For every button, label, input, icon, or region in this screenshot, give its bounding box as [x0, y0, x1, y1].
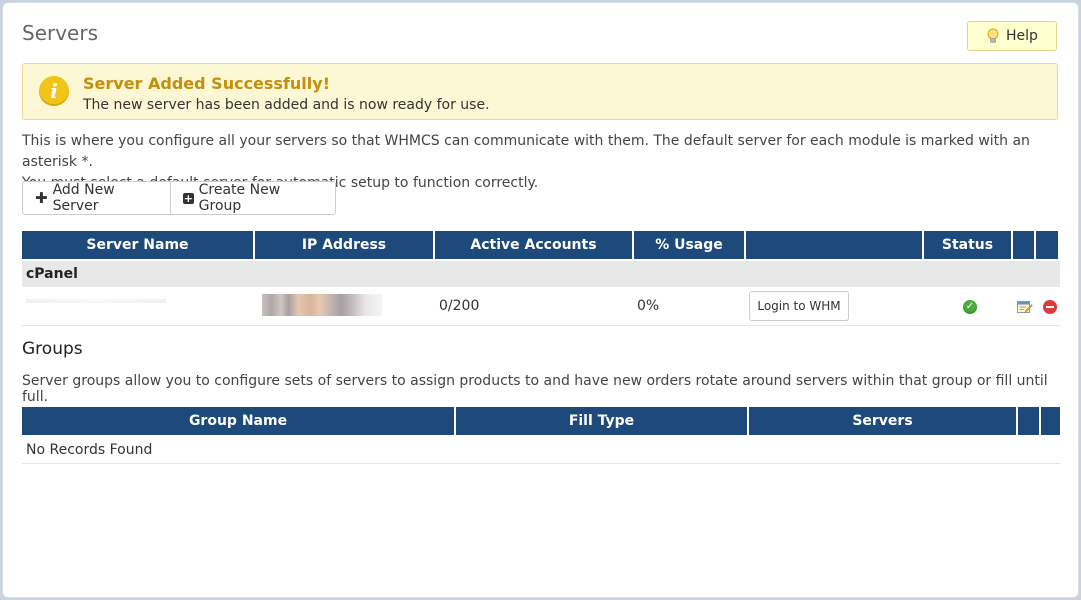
success-alert: i Server Added Successfully! The new ser… [22, 63, 1058, 120]
edit-icon[interactable] [1017, 300, 1033, 314]
add-new-server-label: Add New Server [52, 182, 115, 214]
info-icon: i [39, 76, 69, 106]
column-active-accounts[interactable]: Active Accounts [435, 231, 632, 259]
column-delete [1036, 231, 1058, 259]
column-fill-type[interactable]: Fill Type [456, 407, 747, 435]
server-name-redacted [26, 299, 166, 303]
column-group-edit [1018, 407, 1039, 435]
usage-cell: 0% [637, 298, 660, 314]
status-active-icon: ✓ [963, 300, 977, 314]
groups-description: Server groups allow you to configure set… [22, 373, 1048, 405]
plus-square-icon: + [183, 191, 194, 205]
column-group-name[interactable]: Group Name [22, 407, 454, 435]
alert-title: Server Added Successfully! [83, 74, 330, 93]
groups-table-header: Group Name Fill Type Servers [22, 407, 1060, 435]
column-server-name[interactable]: Server Name [22, 231, 253, 259]
page-title: Servers [22, 21, 99, 45]
create-new-group-button[interactable]: + Create New Group [171, 181, 336, 215]
help-button[interactable]: Help [967, 21, 1057, 51]
add-new-server-button[interactable]: ✚ Add New Server [22, 181, 171, 215]
table-row: 0/200 0% Login to WHM ✓ [22, 287, 1060, 326]
plus-icon: ✚ [35, 189, 48, 207]
column-servers[interactable]: Servers [749, 407, 1016, 435]
ip-address-redacted [262, 294, 382, 316]
no-records-row: No Records Found [22, 437, 1060, 464]
main-panel: Servers Help i Server Added Successfully… [2, 2, 1079, 598]
lightbulb-icon [987, 28, 999, 43]
alert-message: The new server has been added and is now… [83, 97, 490, 113]
intro-line-1: This is where you configure all your ser… [22, 133, 1030, 170]
action-button-group: ✚ Add New Server + Create New Group [22, 181, 336, 215]
help-label: Help [1006, 28, 1038, 44]
server-group-row: cPanel [22, 261, 1060, 287]
column-login [746, 231, 922, 259]
groups-title: Groups [22, 339, 83, 359]
column-usage[interactable]: % Usage [634, 231, 744, 259]
active-accounts-cell: 0/200 [439, 298, 480, 314]
delete-icon[interactable] [1043, 300, 1057, 314]
column-status[interactable]: Status [924, 231, 1011, 259]
column-group-delete [1041, 407, 1060, 435]
servers-table-header: Server Name IP Address Active Accounts %… [22, 231, 1058, 259]
login-to-whm-button[interactable]: Login to WHM [749, 291, 849, 321]
column-ip-address[interactable]: IP Address [255, 231, 433, 259]
column-edit [1013, 231, 1034, 259]
create-new-group-label: Create New Group [198, 182, 281, 214]
